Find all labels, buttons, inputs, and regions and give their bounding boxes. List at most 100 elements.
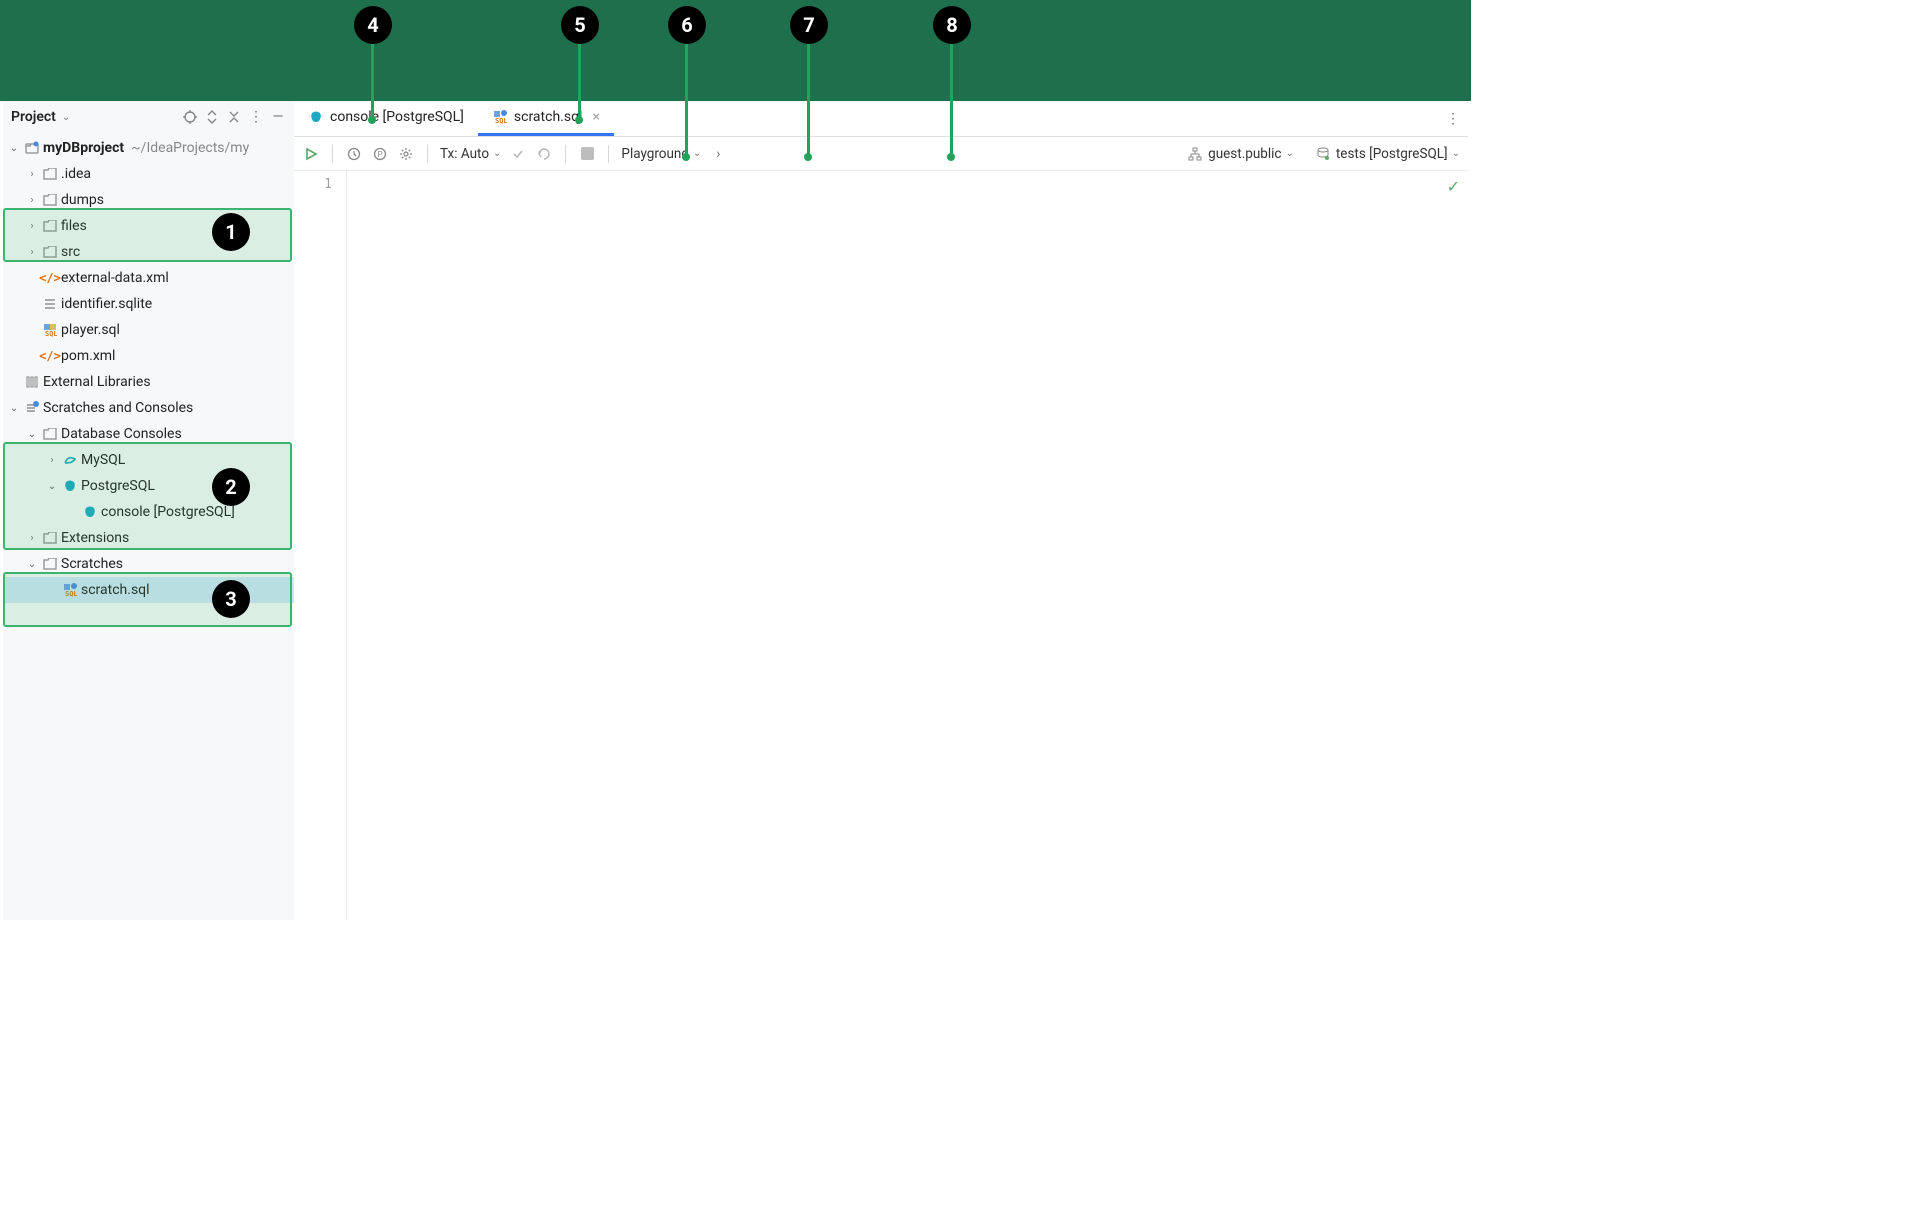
line-number: 1 <box>294 177 332 192</box>
svg-text:SQL: SQL <box>65 590 77 597</box>
tree-label: scratch.sql <box>81 582 150 598</box>
close-icon[interactable]: × <box>588 109 599 125</box>
callout-5: 5 <box>561 6 599 44</box>
editor-tabs: console [PostgreSQL] SQL scratch.sql × ⋮ <box>294 101 1468 137</box>
chevron-down-icon[interactable]: ⌄ <box>62 112 70 123</box>
history-icon[interactable] <box>345 145 363 163</box>
tree-item-external-xml[interactable]: · </> external-data.xml <box>3 265 294 291</box>
tree-item-db-consoles[interactable]: ⌄ Database Consoles <box>3 421 294 447</box>
tree-label: console [PostgreSQL] <box>101 504 235 520</box>
tree-label: Extensions <box>61 530 129 546</box>
folder-icon <box>42 426 58 442</box>
tree-item-console-pg[interactable]: · console [PostgreSQL] <box>3 499 294 525</box>
folder-icon <box>42 192 58 208</box>
folder-icon <box>42 166 58 182</box>
tree-label: dumps <box>61 192 104 208</box>
datasource-label: tests [PostgreSQL] <box>1336 146 1448 162</box>
callout-2: 2 <box>212 468 250 506</box>
scratch-icon <box>24 400 40 416</box>
xml-icon: </> <box>42 270 58 286</box>
chevron-right-icon[interactable]: › <box>709 145 727 163</box>
status-ok-icon[interactable]: ✓ <box>1447 177 1460 196</box>
callout-4: 4 <box>354 6 392 44</box>
tree-label: pom.xml <box>61 348 115 364</box>
datasource-icon <box>1314 145 1332 163</box>
tree-label: files <box>61 218 87 234</box>
tree-item-mysql[interactable]: › MySQL <box>3 447 294 473</box>
tree-item-src[interactable]: › src <box>3 239 294 265</box>
tree-label: Scratches and Consoles <box>43 400 193 416</box>
callout-1: 1 <box>212 213 250 251</box>
tabs-more-icon[interactable]: ⋮ <box>1438 101 1468 136</box>
minimize-icon[interactable]: — <box>270 109 286 125</box>
expand-icon[interactable] <box>204 109 220 125</box>
tree-item-scratches-root[interactable]: ⌄ Scratches and Consoles <box>3 395 294 421</box>
tree-item-dumps[interactable]: › dumps <box>3 187 294 213</box>
tree-label: External Libraries <box>43 374 151 390</box>
svg-text:SQL: SQL <box>45 330 57 337</box>
code-editor[interactable]: 1 ✓ <box>294 171 1468 920</box>
schema-selector[interactable]: guest.public ⌄ <box>1186 145 1294 163</box>
tree-item-extensions[interactable]: › Extensions <box>3 525 294 551</box>
project-icon <box>24 140 40 156</box>
more-icon[interactable]: ⋮ <box>248 109 264 125</box>
tree-label: MySQL <box>81 452 125 468</box>
rollback-icon[interactable] <box>535 145 553 163</box>
tab-label: console [PostgreSQL] <box>330 109 464 125</box>
project-tree: ⌄ myDBproject ~/IdeaProjects/my › .idea … <box>3 133 294 603</box>
tx-label: Tx: Auto <box>440 146 489 162</box>
folder-icon <box>42 244 58 260</box>
project-panel-header: Project ⌄ ⋮ — <box>3 101 294 133</box>
library-icon <box>24 374 40 390</box>
datasource-selector[interactable]: tests [PostgreSQL] ⌄ <box>1314 145 1460 163</box>
postgres-icon <box>62 478 78 494</box>
callout-3: 3 <box>212 580 250 618</box>
tree-label: external-data.xml <box>61 270 169 286</box>
tab-scratch[interactable]: SQL scratch.sql × <box>478 101 614 136</box>
tree-label: player.sql <box>61 322 120 338</box>
sqlite-icon <box>42 296 58 312</box>
tx-mode[interactable]: Tx: Auto ⌄ <box>440 146 501 162</box>
folder-icon <box>42 530 58 546</box>
tree-item-idea[interactable]: › .idea <box>3 161 294 187</box>
tree-item-postgres[interactable]: ⌄ PostgreSQL <box>3 473 294 499</box>
chevron-down-icon: ⌄ <box>493 148 501 159</box>
tab-console[interactable]: console [PostgreSQL] <box>294 101 478 136</box>
schema-icon <box>1186 145 1204 163</box>
tree-label: .idea <box>61 166 91 182</box>
annotation-background <box>0 0 1471 101</box>
mysql-icon <box>62 452 78 468</box>
folder-icon <box>42 218 58 234</box>
project-panel-title[interactable]: Project <box>11 109 56 125</box>
code-body[interactable] <box>347 171 1468 920</box>
collapse-icon[interactable] <box>226 109 242 125</box>
postgres-icon <box>308 109 324 125</box>
tree-label: Database Consoles <box>61 426 182 442</box>
tree-root[interactable]: ⌄ myDBproject ~/IdeaProjects/my <box>3 135 294 161</box>
commit-icon[interactable] <box>509 145 527 163</box>
tree-item-pom[interactable]: · </> pom.xml <box>3 343 294 369</box>
tree-label: myDBproject <box>43 140 124 156</box>
chevron-down-icon: ⌄ <box>1286 148 1294 159</box>
tree-item-scratches[interactable]: ⌄ Scratches <box>3 551 294 577</box>
tree-item-player-sql[interactable]: · SQL player.sql <box>3 317 294 343</box>
sql-scratch-icon: SQL <box>62 582 78 598</box>
tree-item-scratch-sql[interactable]: · SQL scratch.sql <box>3 577 294 603</box>
tree-item-identifier[interactable]: · identifier.sqlite <box>3 291 294 317</box>
editor-toolbar: P Tx: Auto ⌄ Playground ⌄ › guest.public… <box>294 137 1468 171</box>
stop-icon[interactable] <box>578 145 596 163</box>
tree-item-external-libs[interactable]: · External Libraries <box>3 369 294 395</box>
run-icon[interactable] <box>302 145 320 163</box>
tree-item-files[interactable]: › files <box>3 213 294 239</box>
svg-text:P: P <box>378 150 383 159</box>
sql-scratch-icon: SQL <box>492 109 508 125</box>
settings-icon[interactable] <box>397 145 415 163</box>
locate-icon[interactable] <box>182 109 198 125</box>
tree-path: ~/IdeaProjects/my <box>131 140 249 156</box>
explain-plan-icon[interactable]: P <box>371 145 389 163</box>
gutter: 1 <box>294 171 347 920</box>
editor-area: console [PostgreSQL] SQL scratch.sql × ⋮… <box>294 101 1468 920</box>
callout-7: 7 <box>790 6 828 44</box>
callout-8: 8 <box>933 6 971 44</box>
svg-text:SQL: SQL <box>495 117 507 124</box>
